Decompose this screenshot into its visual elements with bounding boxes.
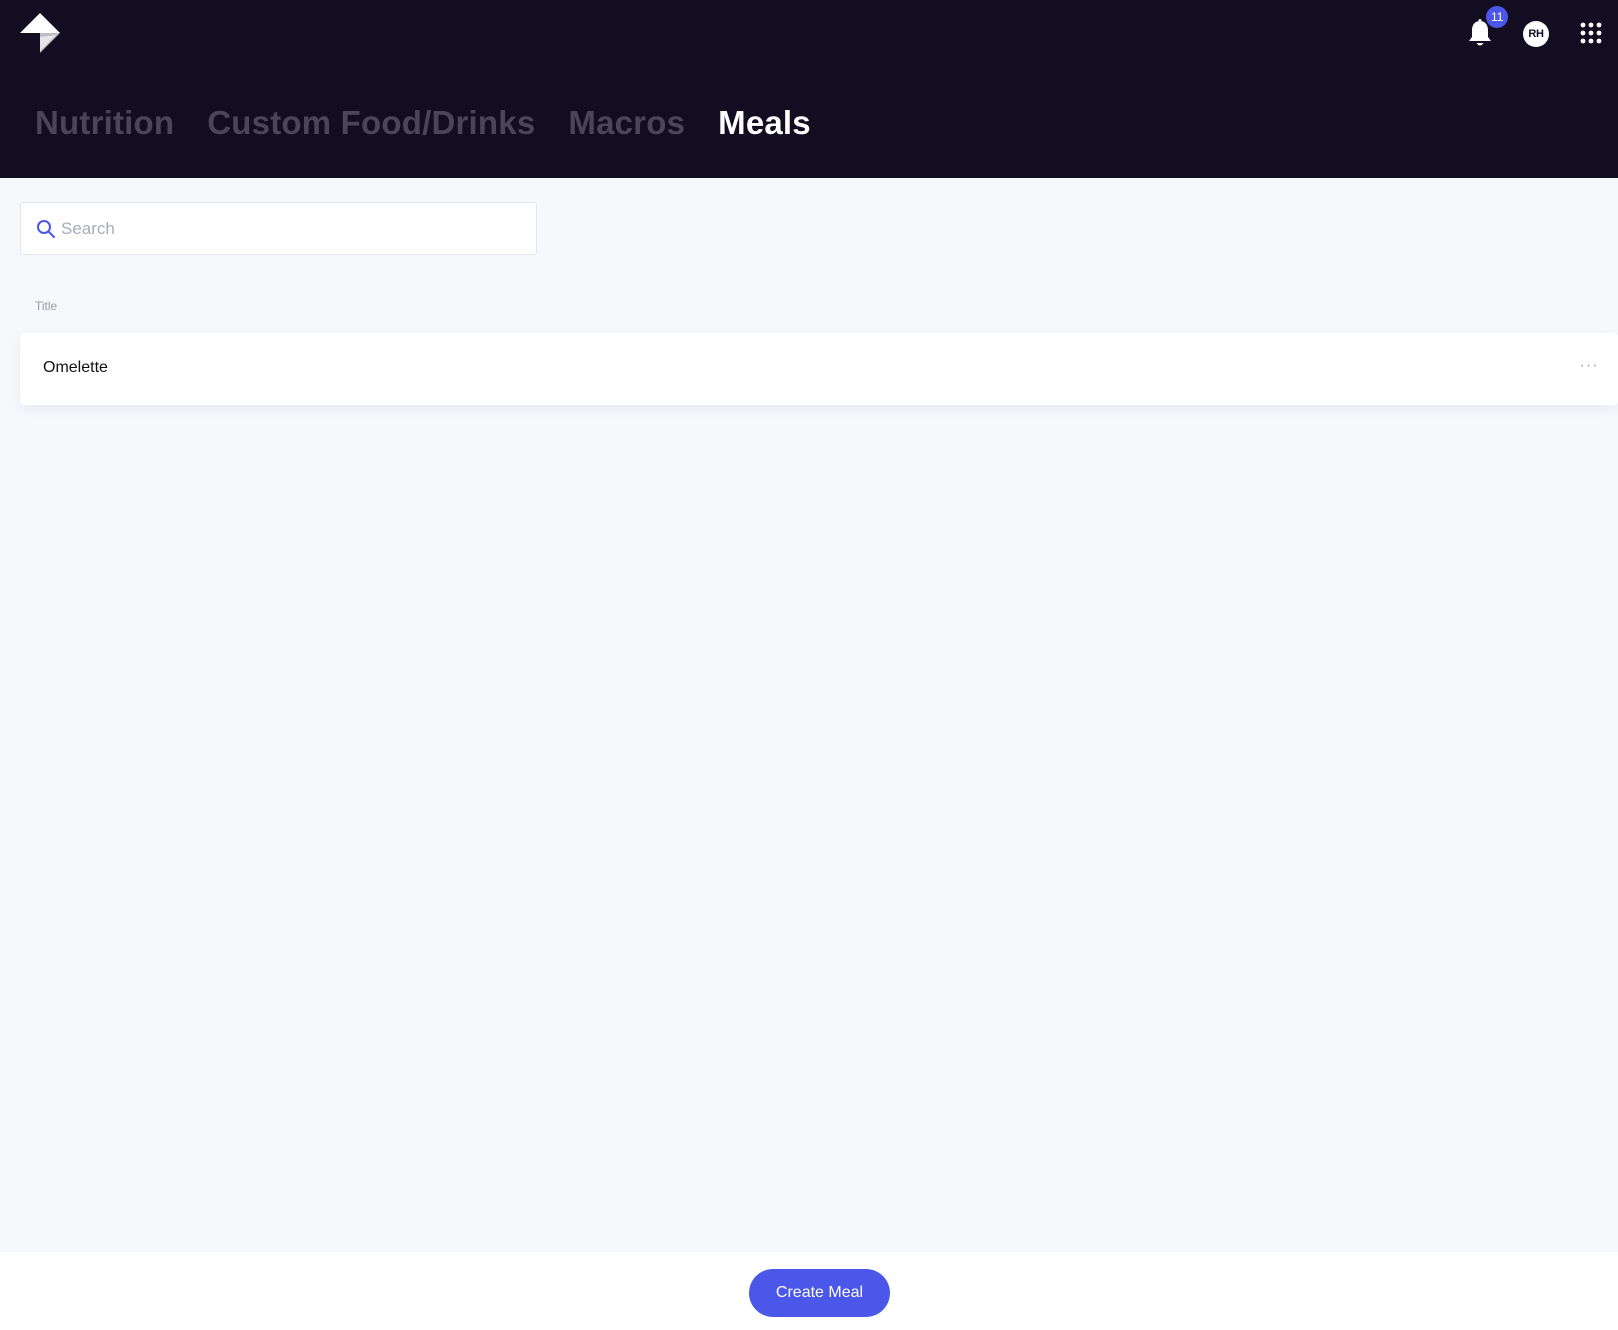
section-tabs: Nutrition Custom Food/Drinks Macros Meal… bbox=[35, 104, 811, 142]
create-meal-button[interactable]: Create Meal bbox=[749, 1269, 890, 1317]
top-header: 11 RH Nutrition Custom Food/Drinks Macro… bbox=[0, 0, 1618, 178]
search-input[interactable] bbox=[61, 203, 521, 254]
tab-meals[interactable]: Meals bbox=[718, 104, 811, 142]
footer-bar: Create Meal bbox=[0, 1252, 1618, 1330]
column-header-title[interactable]: Title bbox=[35, 299, 57, 313]
more-options-icon[interactable]: ··· bbox=[1577, 358, 1601, 379]
tab-nutrition[interactable]: Nutrition bbox=[35, 104, 174, 142]
user-avatar[interactable]: RH bbox=[1523, 21, 1549, 47]
meal-title: Omelette bbox=[43, 359, 108, 376]
search-box bbox=[20, 202, 537, 255]
table-row[interactable]: Omelette ··· bbox=[20, 333, 1618, 405]
notification-count-badge: 11 bbox=[1486, 6, 1509, 28]
tab-custom-food-drinks[interactable]: Custom Food/Drinks bbox=[207, 104, 535, 142]
search-icon bbox=[37, 220, 55, 238]
tab-macros[interactable]: Macros bbox=[568, 104, 685, 142]
app-logo-icon[interactable] bbox=[20, 13, 60, 55]
apps-grid-icon[interactable] bbox=[1580, 22, 1602, 44]
